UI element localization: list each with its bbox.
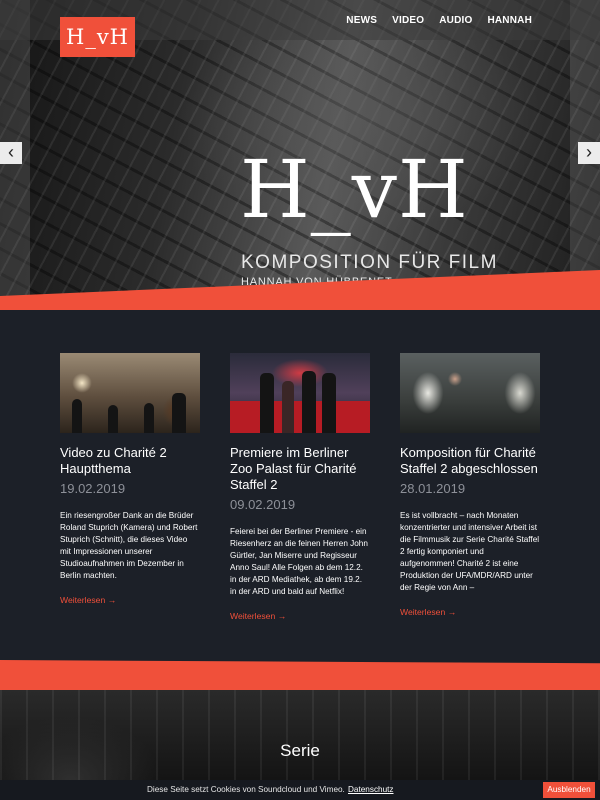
news-title[interactable]: Komposition für Charité Staffel 2 abgesc…	[400, 445, 540, 477]
nav-item-hannah[interactable]: HANNAH	[487, 15, 532, 26]
news-date: 09.02.2019	[230, 497, 296, 512]
hero-title: H_vH	[240, 143, 469, 236]
cookie-dismiss-button[interactable]: Ausblenden	[543, 782, 595, 798]
read-more-link[interactable]: Weiterlesen →	[230, 611, 370, 621]
chevron-left-icon[interactable]: ‹	[0, 142, 22, 164]
privacy-link[interactable]: Datenschutz	[348, 785, 394, 794]
news-title[interactable]: Video zu Charité 2 Hauptthema	[60, 445, 200, 477]
nav-item-audio[interactable]: AUDIO	[439, 15, 472, 26]
news-date: 28.01.2019	[400, 481, 466, 496]
hero-slider: H_vH NEWS VIDEO AUDIO HANNAH H_vH KOMPOS…	[0, 0, 600, 300]
news-excerpt: Feierei bei der Berliner Premiere - ein …	[230, 527, 368, 596]
hero-subtitle: KOMPOSITION FÜR FILM	[241, 252, 498, 273]
main-nav: NEWS VIDEO AUDIO HANNAH	[346, 15, 532, 26]
news-thumbnail[interactable]	[400, 353, 540, 433]
accent-stripe-bottom	[0, 660, 600, 693]
news-excerpt: Ein riesengroßer Dank an die Brüder Rola…	[60, 511, 198, 580]
read-more-link[interactable]: Weiterlesen →	[400, 607, 540, 617]
section-title: Serie	[280, 741, 320, 760]
news-card: Premiere im Berliner Zoo Palast für Char…	[230, 353, 370, 621]
nav-item-news[interactable]: NEWS	[346, 15, 377, 26]
news-thumbnail[interactable]	[230, 353, 370, 433]
news-excerpt: Es ist vollbracht – nach Monaten konzent…	[400, 511, 540, 592]
news-card: Komposition für Charité Staffel 2 abgesc…	[400, 353, 540, 621]
chevron-right-icon[interactable]: ›	[578, 142, 600, 164]
cookie-banner: Diese Seite setzt Cookies von Soundcloud…	[0, 780, 600, 800]
cookie-text: Diese Seite setzt Cookies von Soundcloud…	[147, 785, 345, 794]
news-title[interactable]: Premiere im Berliner Zoo Palast für Char…	[230, 445, 370, 493]
site-logo[interactable]: H_vH	[60, 17, 135, 57]
news-date: 19.02.2019	[60, 481, 126, 496]
news-thumbnail[interactable]	[60, 353, 200, 433]
serie-section-background	[0, 690, 600, 780]
read-more-link[interactable]: Weiterlesen →	[60, 595, 200, 605]
nav-item-video[interactable]: VIDEO	[392, 15, 424, 26]
news-list: Video zu Charité 2 Hauptthema 19.02.2019…	[60, 353, 540, 621]
news-card: Video zu Charité 2 Hauptthema 19.02.2019…	[60, 353, 200, 621]
